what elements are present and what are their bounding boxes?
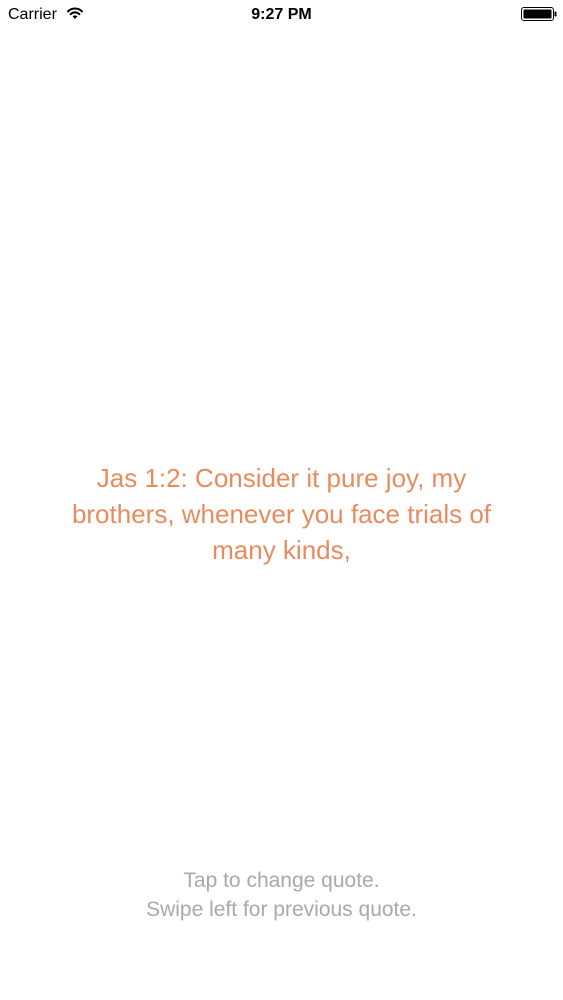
quote-text[interactable]: Jas 1:2: Consider it pure joy, my brothe…: [50, 460, 513, 568]
instruction-tap: Tap to change quote.: [183, 869, 380, 892]
instructions: Tap to change quote. Swipe left for prev…: [0, 866, 563, 924]
instruction-swipe: Swipe left for previous quote.: [146, 898, 417, 921]
battery-icon: [521, 7, 557, 21]
status-bar: Carrier 9:27 PM: [0, 0, 563, 30]
clock-time: 9:27 PM: [251, 6, 312, 23]
